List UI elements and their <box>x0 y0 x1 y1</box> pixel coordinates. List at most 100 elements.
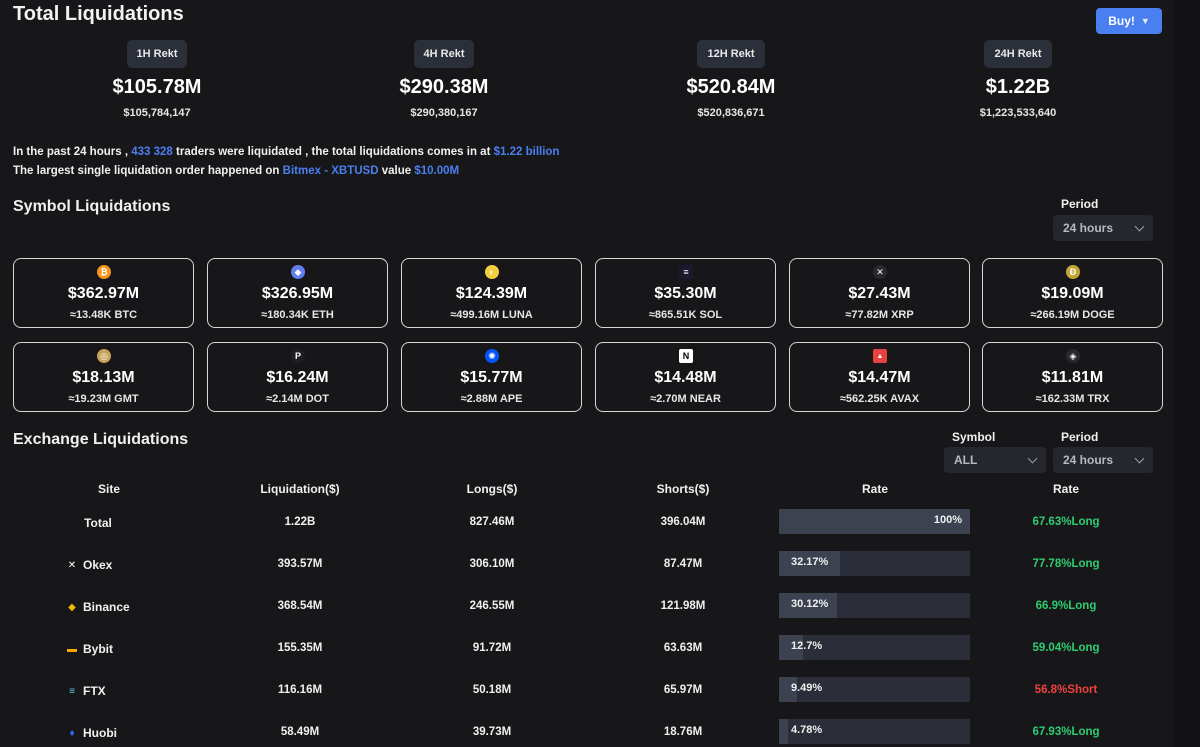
summary-text: value <box>381 165 412 177</box>
symbol-usd-value: $18.13M <box>72 369 135 386</box>
symbol-card[interactable]: ◎ $18.13M ≈19.23M GMT <box>13 342 194 412</box>
liquidations-panel: Total Liquidations Buy! ▼ 1H Rekt $105.78… <box>0 0 1174 747</box>
summary-text: In the past 24 hours , <box>13 146 129 158</box>
symbol-card[interactable]: N $14.48M ≈2.70M NEAR <box>595 342 776 412</box>
symbol-coin-amount: ≈13.48K BTC <box>69 309 138 321</box>
rekt-amount-full: $1,223,533,640 <box>979 107 1057 119</box>
exchange-period-label: Period <box>1061 430 1099 444</box>
symbol-coin-amount: ≈2.14M DOT <box>266 393 329 405</box>
symbol-period-select[interactable]: 24 hours <box>1053 215 1153 241</box>
cell-liq: 368.54M <box>277 600 323 612</box>
symbol-coin-amount: ≈180.34K ETH <box>261 309 334 321</box>
table-header: Shorts($) <box>656 482 710 496</box>
share-bar: 4.78% <box>779 719 970 744</box>
table-header: Longs($) <box>466 482 518 496</box>
share-percent: 30.12% <box>791 598 829 610</box>
table-header: Liquidation($) <box>260 482 340 496</box>
symbol-usd-value: $15.77M <box>460 369 523 386</box>
rekt-amount-full: $105,784,147 <box>123 107 191 119</box>
xrp-icon: ✕ <box>873 265 887 279</box>
binance-icon: ◆ <box>68 601 76 613</box>
cell-liq: 58.49M <box>280 726 320 738</box>
cell-longs: 306.10M <box>469 558 515 570</box>
luna-icon: ◐ <box>485 265 499 279</box>
gmt-icon: ◎ <box>97 349 111 363</box>
symbol-coin-amount: ≈2.88M APE <box>460 393 523 405</box>
page-title: Total Liquidations <box>13 3 184 25</box>
site-cell: ◆ Binance <box>66 600 130 614</box>
cell-liq: 116.16M <box>277 684 323 696</box>
rekt-period-badge: 24H Rekt <box>984 40 1052 68</box>
cell-shorts: 18.76M <box>663 726 703 738</box>
sol-icon: ≡ <box>679 265 693 279</box>
chevron-down-icon <box>1134 221 1145 232</box>
exchange-section-title: Exchange Liquidations <box>13 431 189 448</box>
symbol-coin-amount: ≈77.82M XRP <box>845 309 914 321</box>
rekt-column: 24H Rekt $1.22B $1,223,533,640 <box>918 40 1118 119</box>
symbol-card[interactable]: P $16.24M ≈2.14M DOT <box>207 342 388 412</box>
largest-order-exchange-link[interactable]: Bitmex - XBTUSD <box>283 165 379 177</box>
site-name: Total <box>84 516 112 530</box>
huobi-icon: ♦ <box>69 727 75 739</box>
symbol-card[interactable]: ◈ $11.81M ≈162.33M TRX <box>982 342 1163 412</box>
cell-liq: 155.35M <box>277 642 323 654</box>
rekt-amount: $1.22B <box>985 76 1051 98</box>
avax-icon: ▲ <box>873 349 887 363</box>
rekt-amount-full: $290,380,167 <box>410 107 478 119</box>
site-cell: ≡ FTX <box>66 684 106 698</box>
site-name[interactable]: Huobi <box>83 726 117 740</box>
traders-count: 433 328 <box>131 146 173 158</box>
symbol-coin-amount: ≈19.23M GMT <box>68 393 139 405</box>
symbol-coin-amount: ≈162.33M TRX <box>1035 393 1110 405</box>
symbol-usd-value: $124.39M <box>455 285 528 302</box>
ape-icon: ✺ <box>485 349 499 363</box>
trx-icon: ◈ <box>1066 349 1080 363</box>
symbol-coin-amount: ≈865.51K SOL <box>648 309 723 321</box>
symbol-card[interactable]: ₿ $362.97M ≈13.48K BTC <box>13 258 194 328</box>
symbol-card[interactable]: ✺ $15.77M ≈2.88M APE <box>401 342 582 412</box>
cell-shorts: 396.04M <box>660 516 706 528</box>
long-short-rate: 59.04%Long <box>1032 642 1100 654</box>
cell-shorts: 65.97M <box>663 684 703 696</box>
buy-label: Buy! <box>1108 14 1135 28</box>
site-name[interactable]: FTX <box>83 684 106 698</box>
symbol-card[interactable]: ▲ $14.47M ≈562.25K AVAX <box>789 342 970 412</box>
cell-shorts: 63.63M <box>663 642 703 654</box>
cell-longs: 50.18M <box>472 684 512 696</box>
share-bar: 30.12% <box>779 593 970 618</box>
site-name[interactable]: Okex <box>83 558 112 572</box>
rekt-period-badge: 4H Rekt <box>413 40 475 68</box>
symbol-period-label: Period <box>1061 197 1099 211</box>
symbol-card[interactable]: Ð $19.09M ≈266.19M DOGE <box>982 258 1163 328</box>
total-liquidation-value: $1.22 billion <box>493 146 560 158</box>
long-short-rate: 66.9%Long <box>1035 600 1097 612</box>
site-name[interactable]: Bybit <box>83 642 113 656</box>
symbol-usd-value: $14.47M <box>848 369 911 386</box>
rekt-period-badge: 1H Rekt <box>126 40 188 68</box>
exchange-symbol-select[interactable]: ALL <box>944 447 1046 473</box>
table-header: Rate <box>1052 482 1079 496</box>
symbol-coin-amount: ≈562.25K AVAX <box>839 393 920 405</box>
scrollbar[interactable] <box>1174 0 1200 747</box>
symbol-coin-amount: ≈499.16M LUNA <box>450 309 533 321</box>
symbol-coin-amount: ≈2.70M NEAR <box>650 393 721 405</box>
site-cell: ▬ Bybit <box>66 642 113 656</box>
largest-order-value: $10.00M <box>414 165 460 177</box>
symbol-usd-value: $27.43M <box>848 285 911 302</box>
symbol-card[interactable]: ✕ $27.43M ≈77.82M XRP <box>789 258 970 328</box>
share-percent: 12.7% <box>791 640 823 652</box>
rekt-column: 4H Rekt $290.38M $290,380,167 <box>344 40 544 119</box>
buy-button[interactable]: Buy! ▼ <box>1096 8 1162 34</box>
site-name[interactable]: Binance <box>83 600 130 614</box>
symbol-card[interactable]: ◆ $326.95M ≈180.34K ETH <box>207 258 388 328</box>
cell-longs: 91.72M <box>472 642 512 654</box>
summary-text: The largest single liquidation order hap… <box>13 165 280 177</box>
symbol-card[interactable]: ≡ $35.30M ≈865.51K SOL <box>595 258 776 328</box>
chevron-down-icon: ▼ <box>1140 16 1150 26</box>
doge-icon: Ð <box>1066 265 1080 279</box>
ftx-icon: ≡ <box>69 685 75 697</box>
cell-longs: 827.46M <box>469 516 515 528</box>
chevron-down-icon <box>1027 453 1038 464</box>
symbol-card[interactable]: ◐ $124.39M ≈499.16M LUNA <box>401 258 582 328</box>
exchange-period-select[interactable]: 24 hours <box>1053 447 1153 473</box>
